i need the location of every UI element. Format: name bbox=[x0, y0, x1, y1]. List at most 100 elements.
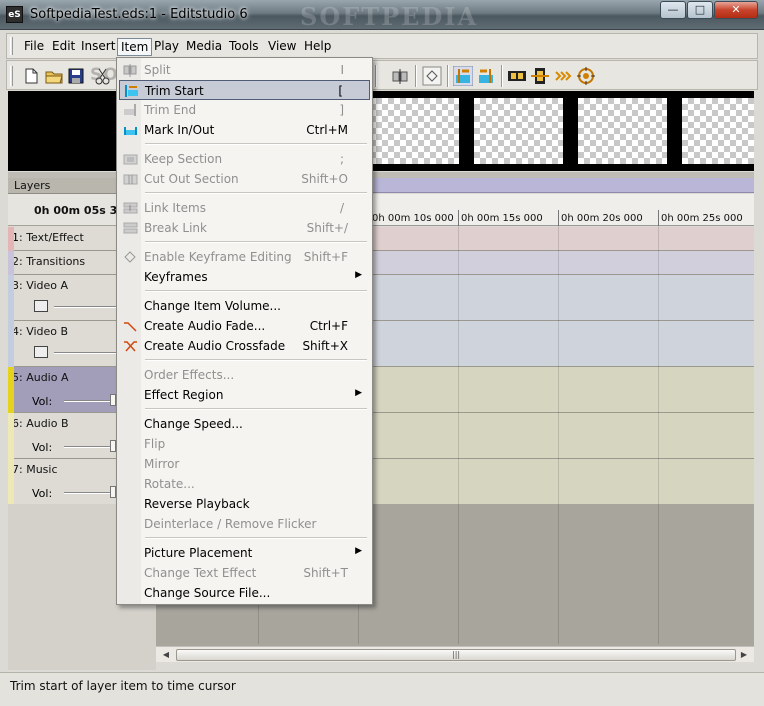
toolbar-separator bbox=[447, 65, 449, 87]
scroll-grip-icon: ||| bbox=[452, 650, 461, 659]
menu-break-link[interactable]: Break Link Shift+/ bbox=[119, 218, 370, 238]
menu-change-text-effect[interactable]: Change Text Effect Shift+T bbox=[119, 563, 370, 583]
grid-line bbox=[458, 226, 459, 644]
menu-trim-start[interactable]: Trim Start [ bbox=[119, 80, 370, 100]
layer-name: Video A bbox=[26, 279, 69, 292]
menu-create-audio-fade[interactable]: Create Audio Fade... Ctrl+F bbox=[119, 316, 370, 336]
menu-split[interactable]: Split I bbox=[119, 60, 370, 80]
mark-in-out-icon bbox=[123, 123, 138, 137]
ruler-tick bbox=[558, 210, 559, 226]
preview-frame bbox=[578, 98, 667, 164]
menu-play[interactable]: Play bbox=[151, 38, 182, 56]
target-icon[interactable] bbox=[576, 66, 596, 86]
layer-color-strip bbox=[8, 251, 14, 275]
horizontal-scrollbar[interactable]: ◀ ||| ▶ bbox=[156, 646, 754, 662]
ruler-tick bbox=[658, 210, 659, 226]
grid-line bbox=[658, 226, 659, 644]
save-icon[interactable] bbox=[66, 66, 86, 86]
menu-change-source-file[interactable]: Change Source File... bbox=[119, 583, 370, 603]
menu-change-speed[interactable]: Change Speed... bbox=[119, 414, 370, 434]
open-folder-icon[interactable] bbox=[44, 66, 64, 86]
menu-separator bbox=[145, 143, 367, 145]
menu-separator bbox=[145, 241, 367, 243]
menu-file[interactable]: File bbox=[21, 38, 47, 56]
toolbar-separator bbox=[415, 65, 417, 87]
video-toggle-icon[interactable] bbox=[34, 300, 48, 312]
volume-label: Vol: bbox=[32, 487, 53, 500]
menu-link-items[interactable]: Link Items / bbox=[119, 198, 370, 218]
grid-line bbox=[558, 226, 559, 644]
split-icon bbox=[123, 63, 138, 77]
keyframe-icon[interactable] bbox=[422, 66, 442, 86]
menu-tools[interactable]: Tools bbox=[226, 38, 262, 56]
split-tool-icon[interactable] bbox=[390, 66, 410, 86]
menu-effect-region[interactable]: Effect Region ▶ bbox=[119, 385, 370, 405]
video-toggle-icon[interactable] bbox=[34, 346, 48, 358]
menu-separator bbox=[145, 192, 367, 194]
keep-section-icon bbox=[123, 152, 138, 166]
menu-trim-end[interactable]: Trim End ] bbox=[119, 100, 370, 120]
menu-separator bbox=[145, 290, 367, 292]
app-icon[interactable]: eS bbox=[6, 6, 23, 23]
layer-color-strip bbox=[8, 367, 14, 413]
menu-mirror[interactable]: Mirror bbox=[119, 454, 370, 474]
menu-keyframes[interactable]: Keyframes ▶ bbox=[119, 267, 370, 287]
menu-enable-keyframe-editing[interactable]: Enable Keyframe Editing Shift+F bbox=[119, 247, 370, 267]
trim-start-icon bbox=[124, 84, 139, 98]
new-file-icon[interactable] bbox=[21, 66, 41, 86]
volume-label: Vol: bbox=[32, 441, 53, 454]
menu-create-audio-crossfade[interactable]: Create Audio Crossfade Shift+X bbox=[119, 336, 370, 356]
trim-end-icon bbox=[123, 103, 138, 117]
ruler-label: 0h 00m 10s 000 bbox=[372, 213, 454, 224]
layer-name: Video B bbox=[26, 325, 69, 338]
menu-separator bbox=[145, 408, 367, 410]
submenu-arrow-icon: ▶ bbox=[355, 388, 362, 398]
menu-picture-placement[interactable]: Picture Placement ▶ bbox=[119, 543, 370, 563]
preview-frame bbox=[370, 98, 459, 164]
trim-end-icon[interactable] bbox=[476, 66, 496, 86]
cut-out-section-icon bbox=[123, 172, 138, 186]
film-cut-icon[interactable] bbox=[530, 66, 550, 86]
trim-start-icon[interactable] bbox=[452, 65, 474, 87]
keyframe-icon bbox=[123, 250, 138, 264]
toolbar-separator bbox=[501, 65, 503, 87]
menu-flip[interactable]: Flip bbox=[119, 434, 370, 454]
submenu-arrow-icon: ▶ bbox=[355, 546, 362, 556]
item-menu-dropdown: Split I Trim Start [ Trim End ] Mark In/… bbox=[116, 57, 373, 605]
scroll-right-arrow-icon[interactable]: ▶ bbox=[738, 649, 750, 661]
menu-item[interactable]: Item bbox=[117, 38, 153, 56]
close-button[interactable]: ✕ bbox=[714, 1, 758, 19]
link-icon bbox=[123, 201, 138, 215]
menu-reverse-playback[interactable]: Reverse Playback bbox=[119, 494, 370, 514]
audio-waves-icon[interactable] bbox=[553, 66, 573, 86]
menu-edit[interactable]: Edit bbox=[49, 38, 78, 56]
menubar-grip[interactable] bbox=[10, 37, 13, 55]
menu-mark-in-out[interactable]: Mark In/Out Ctrl+M bbox=[119, 120, 370, 140]
submenu-arrow-icon: ▶ bbox=[355, 270, 362, 280]
video-slider[interactable] bbox=[54, 306, 118, 308]
menu-cut-out-section[interactable]: Cut Out Section Shift+O bbox=[119, 169, 370, 189]
scroll-left-arrow-icon[interactable]: ◀ bbox=[160, 649, 172, 661]
toolbar-separator bbox=[375, 65, 377, 87]
menu-insert[interactable]: Insert bbox=[78, 38, 118, 56]
menu-order-effects[interactable]: Order Effects... bbox=[119, 365, 370, 385]
status-bar: Trim start of layer item to time cursor bbox=[0, 672, 764, 706]
film-strip-icon[interactable] bbox=[507, 66, 527, 86]
menu-bar: File Edit Insert Item Play Media Tools V… bbox=[6, 33, 758, 59]
minimize-button[interactable]: — bbox=[660, 1, 686, 19]
video-slider[interactable] bbox=[54, 352, 118, 354]
layer-color-strip bbox=[8, 227, 14, 251]
layer-name: Audio A bbox=[26, 371, 69, 384]
maximize-button[interactable]: □ bbox=[687, 1, 713, 19]
layers-title: Layers bbox=[14, 179, 51, 192]
menu-help[interactable]: Help bbox=[301, 38, 334, 56]
toolbar-grip[interactable] bbox=[10, 66, 13, 86]
menu-deinterlace[interactable]: Deinterlace / Remove Flicker bbox=[119, 514, 370, 534]
menu-view[interactable]: View bbox=[265, 38, 299, 56]
menu-keep-section[interactable]: Keep Section ; bbox=[119, 149, 370, 169]
layer-name: Transitions bbox=[26, 255, 86, 268]
menu-media[interactable]: Media bbox=[183, 38, 225, 56]
scroll-thumb[interactable]: ||| bbox=[176, 649, 736, 661]
menu-rotate[interactable]: Rotate... bbox=[119, 474, 370, 494]
menu-change-item-volume[interactable]: Change Item Volume... bbox=[119, 296, 370, 316]
